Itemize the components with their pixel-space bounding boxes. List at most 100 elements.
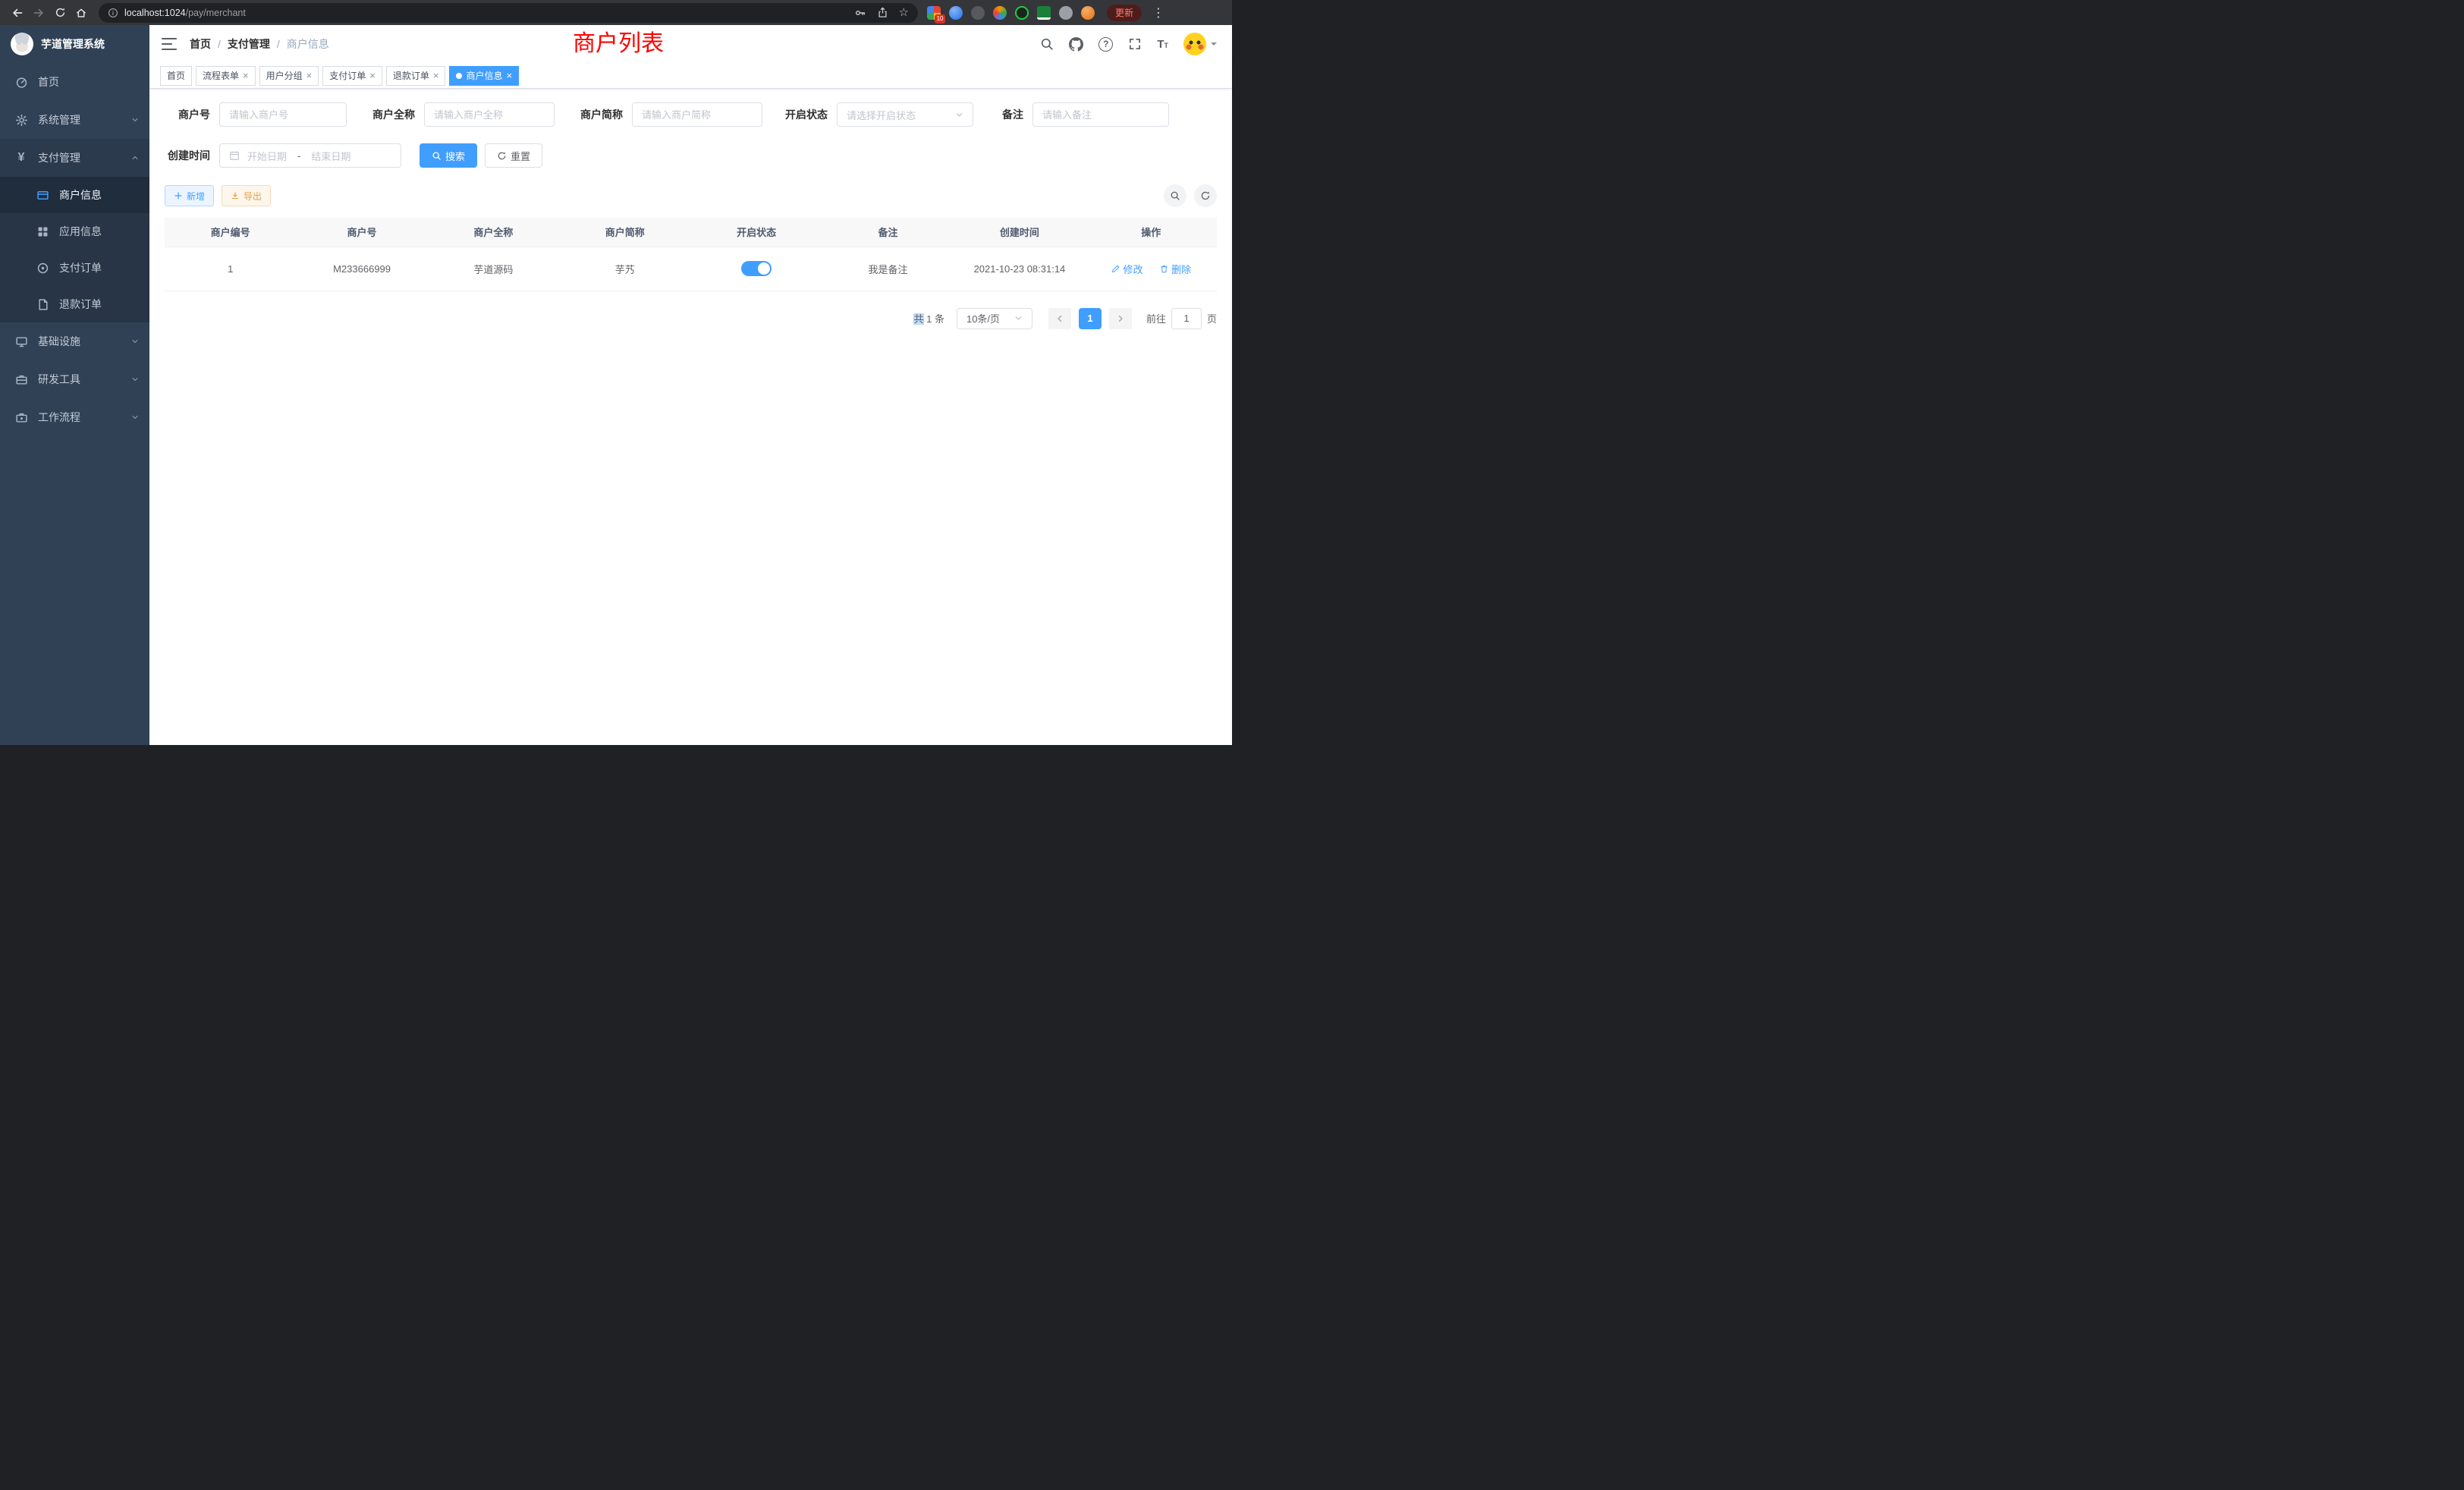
sidebar-item-pay-order[interactable]: 支付订单 [0, 250, 149, 286]
extension-icon-green-square[interactable] [1037, 6, 1051, 20]
search-icon[interactable] [1040, 37, 1054, 51]
sidebar-item-merchant-info[interactable]: 商户信息 [0, 177, 149, 213]
extension-icon-blue[interactable] [949, 6, 963, 20]
short-name-input[interactable] [642, 109, 753, 121]
status-toggle[interactable] [741, 261, 772, 276]
sidebar-item-label: 研发工具 [38, 372, 80, 387]
sidebar-item-home[interactable]: 首页 [0, 63, 149, 101]
github-icon[interactable] [1069, 37, 1083, 52]
page-1-button[interactable]: 1 [1079, 308, 1102, 329]
browser-reload-button[interactable] [50, 3, 70, 23]
sidebar-item-workflow[interactable]: 工作流程 [0, 398, 149, 436]
extension-icon-multicolor[interactable] [993, 6, 1007, 20]
help-icon[interactable]: ? [1098, 37, 1113, 52]
tab-merchant-info[interactable]: 商户信息× [449, 66, 519, 86]
password-key-icon[interactable] [854, 7, 866, 19]
sidebar-item-devtools[interactable]: 研发工具 [0, 360, 149, 398]
full-name-label: 商户全称 [357, 107, 424, 122]
breadcrumb-home[interactable]: 首页 [190, 36, 211, 52]
breadcrumb-pay[interactable]: 支付管理 [228, 36, 270, 52]
col-merchant-no: 商户号 [296, 218, 427, 247]
browser-toolbar: localhost:1024/pay/merchant ☆ 10 更新 ⋮ [0, 0, 1232, 25]
status-select-placeholder: 请选择开启状态 [847, 108, 916, 122]
remark-input[interactable] [1042, 109, 1159, 121]
tab-pay-order[interactable]: 支付订单× [322, 66, 382, 86]
app-logo[interactable]: 芋道管理系统 [0, 25, 149, 63]
url-host: localhost:1024 [124, 8, 186, 18]
form-item-create-time: 创建时间 开始日期 - 结束日期 [165, 143, 401, 168]
tab-refund-order[interactable]: 退款订单 × [386, 66, 446, 86]
chevron-down-icon [1014, 314, 1023, 322]
status-select[interactable]: 请选择开启状态 [837, 102, 973, 127]
share-icon[interactable] [877, 7, 888, 18]
tab-process-form[interactable]: 流程表单 × [196, 66, 256, 86]
delete-button[interactable]: 删除 [1159, 262, 1191, 276]
page-info-icon[interactable] [108, 8, 118, 18]
search-form-row-2: 创建时间 开始日期 - 结束日期 搜索 [165, 143, 1217, 168]
extension-icon-gray[interactable] [1059, 6, 1073, 20]
add-button[interactable]: 新增 [165, 185, 214, 206]
refresh-table-button[interactable] [1194, 184, 1217, 207]
bookmark-star-icon[interactable]: ☆ [899, 7, 909, 18]
reset-button[interactable]: 重置 [485, 143, 542, 168]
fullscreen-icon[interactable] [1128, 37, 1142, 51]
order-icon [36, 261, 49, 275]
arrow-left-icon [11, 7, 24, 19]
breadcrumb: 首页 / 支付管理 / 商户信息 [190, 36, 329, 52]
sidebar-collapse-icon[interactable] [162, 38, 177, 50]
close-icon[interactable]: × [433, 71, 439, 80]
breadcrumb-separator: / [218, 38, 221, 50]
sidebar-item-infra[interactable]: 基础设施 [0, 322, 149, 360]
font-size-icon[interactable]: TT [1157, 39, 1168, 50]
browser-home-button[interactable] [71, 3, 91, 23]
navbar-actions: ? TT [1040, 33, 1217, 55]
table-toolbar: 新增 导出 [165, 184, 1217, 207]
browser-back-button[interactable] [8, 3, 27, 23]
address-bar[interactable]: localhost:1024/pay/merchant ☆ [99, 3, 918, 23]
close-icon[interactable]: × [243, 71, 249, 80]
extension-icon-dark[interactable] [971, 6, 985, 20]
tab-label: 流程表单 [203, 69, 239, 82]
col-remark: 备注 [822, 218, 954, 247]
search-button[interactable]: 搜索 [420, 143, 477, 168]
tab-user-group[interactable]: 用户分组× [259, 66, 319, 86]
browser-menu-icon[interactable]: ⋮ [1150, 5, 1167, 20]
user-menu[interactable] [1183, 33, 1217, 55]
extension-icon-grid[interactable]: 10 [927, 6, 941, 20]
page-annotation: 商户列表 [573, 29, 664, 59]
merchant-no-label: 商户号 [165, 107, 219, 122]
profile-avatar-icon[interactable] [1081, 6, 1095, 20]
breadcrumb-current: 商户信息 [287, 36, 329, 52]
extension-icon-green-circle[interactable] [1015, 6, 1029, 20]
chrome-update-button[interactable]: 更新 [1107, 5, 1142, 21]
goto-page-input[interactable] [1171, 308, 1202, 329]
edit-button[interactable]: 修改 [1111, 262, 1142, 276]
extension-badge: 10 [935, 14, 945, 24]
remark-input-wrap [1032, 102, 1169, 127]
sidebar-item-label: 支付订单 [59, 260, 102, 275]
sidebar-item-refund-order[interactable]: 退款订单 [0, 286, 149, 322]
sidebar-item-system[interactable]: 系统管理 [0, 101, 149, 139]
prev-page-button[interactable] [1048, 308, 1071, 329]
cell-actions: 修改 删除 [1086, 247, 1217, 291]
tab-home[interactable]: 首页 [160, 66, 192, 86]
full-name-input[interactable] [434, 109, 545, 121]
sidebar-item-app-info[interactable]: 应用信息 [0, 213, 149, 250]
table-utility-buttons [1164, 184, 1217, 207]
page-size-select[interactable]: 10条/页 [957, 308, 1032, 329]
tab-label: 退款订单 [393, 69, 429, 82]
merchant-no-input-wrap [219, 102, 347, 127]
toggle-search-button[interactable] [1164, 184, 1186, 207]
edit-button-label: 修改 [1123, 262, 1142, 276]
date-range-picker[interactable]: 开始日期 - 结束日期 [219, 143, 401, 168]
merchant-no-input[interactable] [229, 109, 337, 121]
sidebar-item-pay[interactable]: ¥ 支付管理 [0, 139, 149, 177]
close-icon[interactable]: × [306, 71, 313, 80]
export-button[interactable]: 导出 [222, 185, 271, 206]
close-icon[interactable]: × [506, 71, 512, 80]
table-header-row: 商户编号 商户号 商户全称 商户简称 开启状态 备注 创建时间 操作 [165, 218, 1217, 247]
close-icon[interactable]: × [369, 71, 376, 80]
logo-avatar [11, 33, 33, 55]
browser-forward-button[interactable] [29, 3, 49, 23]
next-page-button[interactable] [1109, 308, 1132, 329]
